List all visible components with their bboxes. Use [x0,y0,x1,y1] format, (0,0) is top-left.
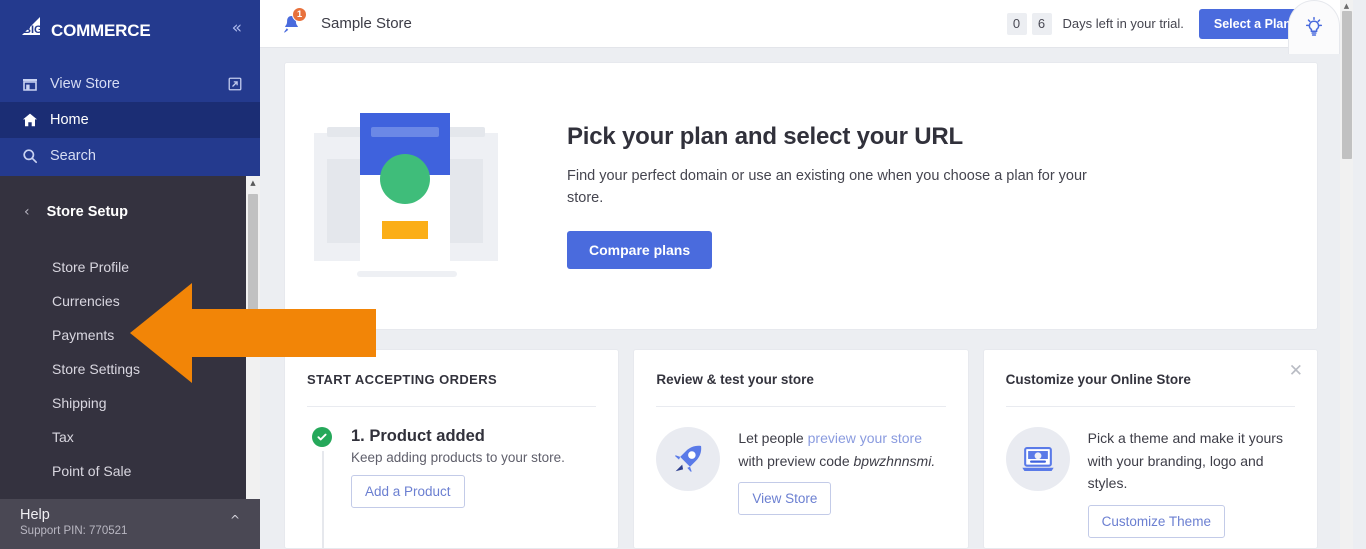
laptop-icon [1005,427,1070,491]
card-title: Customize your Online Store [1005,372,1191,387]
sidebar-item-label: Home [50,112,89,128]
submenu-item-label: Tax [52,429,74,445]
sidebar-item-shipping[interactable]: Shipping [0,386,260,420]
card-text-mid: with preview code [738,452,854,469]
submenu-item-label: Payments [52,327,115,343]
sidebar-item-label: Search [50,148,96,164]
trial-days-label: Days left in your trial. [1062,16,1184,31]
divider [656,406,946,407]
card-text-lead: Pick a theme and make it yours with your… [1087,430,1283,492]
customize-theme-button[interactable]: Customize Theme [1087,505,1225,539]
hero-heading: Pick your plan and select your URL [567,122,963,150]
sidebar-header: BIG COMMERCE « [0,0,260,56]
lightbulb-icon [1305,16,1323,36]
card-body: Pick a theme and make it yours with your… [1005,427,1295,539]
step-indicator [307,427,351,548]
caret-up-icon[interactable]: ▲ [246,176,260,190]
add-a-product-button[interactable]: Add a Product [351,475,465,508]
preview-your-store-link[interactable]: preview your store [808,430,922,446]
submenu-item-label: Store Settings [52,361,140,377]
hero-banner: Pick your plan and select your URL Find … [284,62,1318,330]
notification-bell-button[interactable]: 1 [274,6,308,41]
home-icon [22,112,44,128]
submenu-list: Store Profile Currencies Payments Store … [0,250,260,513]
step-content: 1. Product added Keep adding products to… [351,427,565,508]
card-body: 1. Product added Keep adding products to… [307,427,596,548]
submenu-back-header[interactable]: ‹ Store Setup [0,190,260,234]
card-title: START ACCEPTING ORDERS [307,372,498,387]
divider [1005,406,1295,407]
store-icon [22,76,44,92]
trial-days-digit: 0 [1006,12,1027,35]
bigcommerce-logo-mark: BIG [20,16,50,36]
sidebar-item-search[interactable]: Search [0,138,260,174]
bigcommerce-logo-text: COMMERCE [51,20,151,40]
hero-body: Find your perfect domain or use an exist… [567,167,1087,206]
main-content: 1 Sample Store 0 6 Days left in your tri… [260,0,1353,549]
submenu-item-label: Store Profile [52,259,130,275]
sidebar-item-payments[interactable]: Payments [0,318,260,352]
onboarding-cards: START ACCEPTING ORDERS 1. Product added [284,349,1318,549]
support-pin: Support PIN: 770521 [20,525,128,537]
card-title: Review & test your store [656,372,814,387]
preview-code: bpwzhnnsmi. [853,452,936,469]
divider [307,406,597,407]
notification-count-badge: 1 [292,6,307,22]
sidebar-item-label: View Store [50,76,120,92]
card-body: Let people preview your store with previ… [656,427,945,516]
svg-text:BIG: BIG [23,24,43,36]
main-scrollbar-thumb[interactable] [1342,11,1352,159]
submenu-item-label: Point of Sale [52,463,132,479]
store-setup-submenu: ‹ Store Setup Store Profile Currencies P… [0,176,260,513]
step-connector-line [322,451,324,548]
sidebar-scrollbar-thumb[interactable] [248,194,258,334]
card-review-and-test-store: Review & test your store Let people prev… [633,349,969,549]
chevron-double-left-icon[interactable]: « [232,19,242,37]
sidebar-scrollbar[interactable]: ▲ ▼ [246,176,260,513]
help-title: Help [20,507,50,523]
tips-lightbulb-button[interactable] [1288,0,1340,54]
sidebar-nav: View Store Home Search [0,66,260,174]
submenu-item-label: Shipping [52,395,107,411]
sidebar-item-tax[interactable]: Tax [0,420,260,454]
sidebar-item-home[interactable]: Home [0,102,260,138]
hero-copy: Pick your plan and select your URL Find … [567,123,1087,270]
caret-up-icon[interactable]: ▲ [1340,0,1353,11]
sidebar-item-store-profile[interactable]: Store Profile [0,250,260,284]
search-icon [22,148,44,164]
step-subtitle: Keep adding products to your store. [351,450,565,465]
chevron-up-icon[interactable]: ^ [230,513,240,527]
compare-plans-button[interactable]: Compare plans [567,231,713,270]
card-text-lead: Let people [738,430,808,446]
submenu-item-label: Currencies [52,293,120,309]
card-start-accepting-orders: START ACCEPTING ORDERS 1. Product added [284,349,620,549]
close-icon[interactable]: ✕ [1289,363,1303,380]
sidebar-item-currencies[interactable]: Currencies [0,284,260,318]
sidebar-item-point-of-sale[interactable]: Point of Sale [0,454,260,488]
store-name-label: Sample Store [321,15,412,32]
step-title: 1. Product added [351,427,485,445]
view-store-button[interactable]: View Store [738,482,832,516]
card-text: Let people preview your store with previ… [738,427,945,516]
card-customize-online-store: ✕ Customize your Online Store Pick a the… [982,349,1318,549]
sidebar-item-view-store[interactable]: View Store [0,66,260,102]
plan-and-url-illustration [311,101,541,291]
external-link-icon [228,77,242,91]
primary-sidebar: BIG COMMERCE « View Store Home Search ‹ … [0,0,260,549]
main-scrollbar[interactable]: ▲ [1340,0,1353,549]
rocket-icon [656,427,721,491]
check-circle-icon [312,427,332,447]
chevron-left-icon[interactable]: ‹ [24,204,30,220]
bigcommerce-logo[interactable]: BIG COMMERCE [20,16,151,41]
submenu-title: Store Setup [46,204,128,220]
bigcommerce-admin-window: BIG COMMERCE « View Store Home Search ‹ … [0,0,1366,549]
top-bar: 1 Sample Store 0 6 Days left in your tri… [260,0,1353,54]
sidebar-item-store-settings[interactable]: Store Settings [0,352,260,386]
trial-days-digit: 6 [1031,12,1052,35]
card-text: Pick a theme and make it yours with your… [1087,427,1295,539]
help-footer[interactable]: Help Support PIN: 770521 ^ [0,499,260,549]
